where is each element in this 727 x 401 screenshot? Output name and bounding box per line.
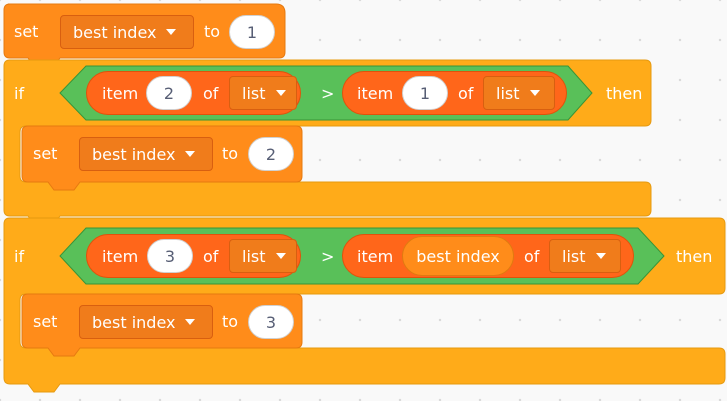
of-label: of	[203, 247, 219, 266]
list-dropdown[interactable]: list	[549, 239, 621, 273]
block-shapes	[3, 3, 726, 393]
set-label: set	[14, 22, 39, 41]
to-label: to	[204, 22, 221, 41]
greater-than-label: >	[321, 84, 335, 103]
of-label: of	[203, 84, 219, 103]
item-label: item	[102, 247, 139, 266]
then-label: then	[606, 84, 643, 103]
caret-down-icon	[595, 253, 606, 259]
set-label: set	[33, 144, 58, 163]
variable-dropdown[interactable]: best index	[79, 137, 213, 171]
variable-name: best index	[73, 22, 157, 42]
variable-name: best index	[92, 312, 176, 332]
list-name: list	[562, 246, 586, 266]
caret-down-icon	[529, 90, 540, 96]
list-name: list	[496, 83, 520, 103]
index-input[interactable]: 2	[146, 76, 192, 110]
set-label: set	[33, 312, 58, 331]
value-input[interactable]: 1	[229, 15, 275, 49]
then-label: then	[676, 247, 713, 266]
best-index-reporter[interactable]: best index	[402, 236, 514, 276]
to-label: to	[222, 144, 239, 163]
item-label: item	[102, 84, 139, 103]
variable-dropdown[interactable]: best index	[79, 305, 213, 339]
caret-down-icon	[166, 29, 177, 35]
caret-down-icon	[185, 151, 196, 157]
code-area[interactable]: set best index to 1 if item 2 of list > …	[0, 0, 727, 401]
to-label: to	[222, 312, 239, 331]
value-input[interactable]: 2	[248, 137, 294, 171]
list-name: list	[242, 83, 266, 103]
of-label: of	[524, 247, 540, 266]
list-name: list	[242, 246, 266, 266]
list-dropdown[interactable]: list	[229, 76, 297, 110]
list-dropdown[interactable]: list	[229, 239, 297, 273]
value-input[interactable]: 3	[248, 305, 294, 339]
variable-dropdown[interactable]: best index	[60, 15, 194, 49]
list-dropdown[interactable]: list	[483, 76, 555, 110]
caret-down-icon	[185, 319, 196, 325]
index-input[interactable]: 1	[402, 76, 448, 110]
greater-than-label: >	[321, 247, 335, 266]
if-label: if	[14, 247, 25, 266]
of-label: of	[458, 84, 474, 103]
caret-down-icon	[275, 90, 286, 96]
variable-name: best index	[92, 144, 176, 164]
if-label: if	[14, 84, 25, 103]
index-input[interactable]: 3	[147, 239, 193, 273]
item-label: item	[357, 247, 394, 266]
caret-down-icon	[275, 253, 286, 259]
item-label: item	[357, 84, 394, 103]
